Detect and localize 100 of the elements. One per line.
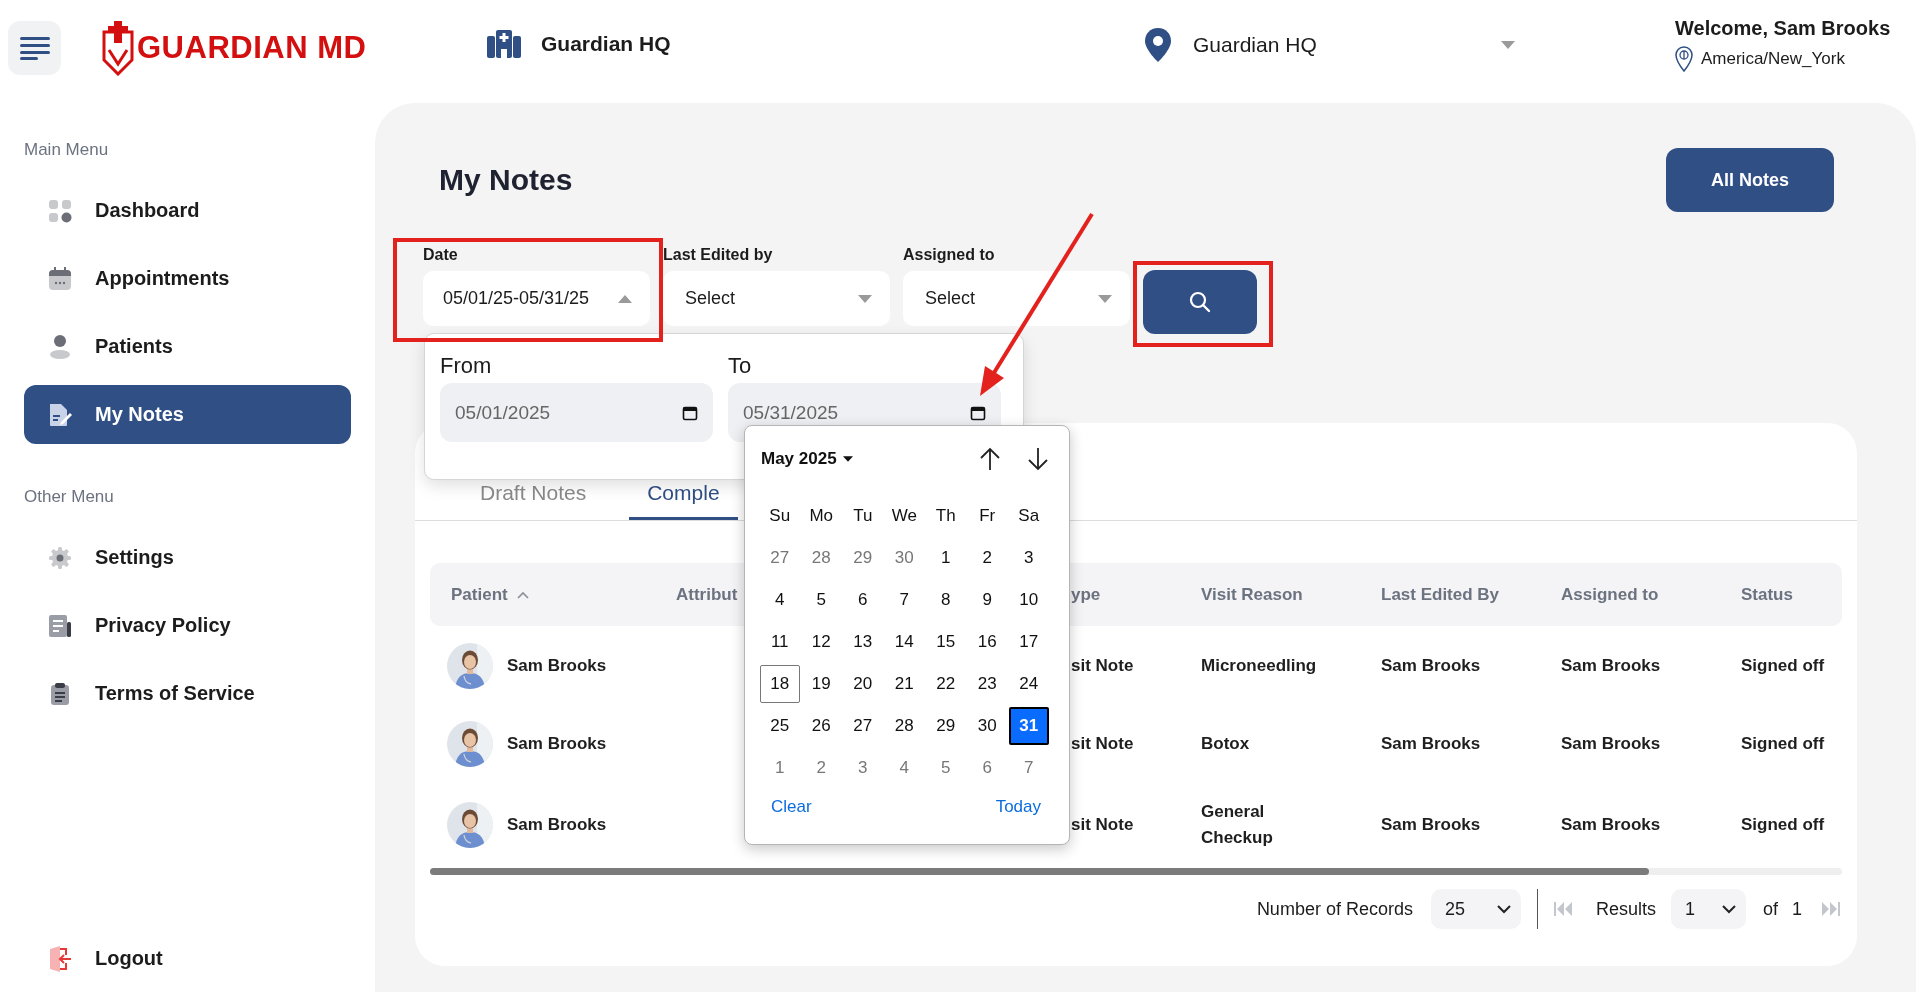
column-header[interactable]: Assigned to (1544, 563, 1724, 626)
calendar-day[interactable]: 28 (884, 707, 925, 745)
sidebar-item[interactable]: Terms of Service (24, 664, 351, 723)
calendar-day[interactable]: 24 (1008, 665, 1049, 703)
calendar-day[interactable]: 6 (842, 581, 883, 619)
select-field[interactable]: Select (663, 271, 890, 326)
date-field[interactable]: 05/01/2025 (440, 383, 713, 442)
calendar-day[interactable]: 27 (759, 539, 800, 577)
of-label: of (1762, 898, 1778, 920)
patient-name: Sam Brooks (507, 815, 607, 835)
calendar-day[interactable]: 17 (1008, 623, 1049, 661)
calendar-icon[interactable] (970, 404, 986, 421)
sidebar-item[interactable]: Patients (24, 317, 351, 376)
calendar-day[interactable]: 6 (967, 749, 1008, 787)
column-header[interactable]: Last Edited By (1364, 563, 1544, 626)
weekday-label: Sa (1018, 506, 1040, 526)
calendar-day[interactable]: 4 (759, 581, 800, 619)
calendar-day[interactable]: 9 (967, 581, 1008, 619)
calendar-day[interactable]: 19 (801, 665, 842, 703)
table-cell: sit Note (1071, 656, 1134, 676)
table-cell: sit Note (1071, 734, 1134, 754)
calendar-day[interactable]: 5 (801, 581, 842, 619)
menu-button[interactable] (8, 20, 61, 75)
sidebar-item[interactable]: Settings (24, 528, 351, 587)
today-button[interactable]: Today (995, 797, 1041, 817)
note-edit-icon (48, 402, 72, 427)
weekday-label: Fr (979, 506, 996, 526)
calendar-icon[interactable] (682, 404, 698, 421)
column-header[interactable]: Status (1724, 563, 1841, 626)
sidebar-item[interactable]: My Notes (24, 385, 351, 444)
calendar-day[interactable]: 16 (967, 623, 1008, 661)
calendar-day[interactable]: 30 (884, 539, 925, 577)
caret-icon (842, 456, 853, 462)
calendar-day[interactable]: 22 (925, 665, 966, 703)
location-pin-icon (1145, 27, 1171, 62)
table-cell: Sam Brooks (1381, 656, 1481, 676)
patient-name: Sam Brooks (507, 656, 607, 676)
page-select[interactable]: 1 (1670, 889, 1746, 929)
page-title: My Notes (439, 163, 573, 197)
calendar-day[interactable]: 12 (801, 623, 842, 661)
field-label: To (728, 353, 753, 378)
calendar-day[interactable]: 1 (925, 539, 966, 577)
calendar-day[interactable]: 20 (842, 665, 883, 703)
arrow-up-icon[interactable] (979, 447, 1001, 471)
sidebar-item[interactable]: Privacy Policy (24, 596, 351, 655)
month-select[interactable]: May 2025 (761, 449, 853, 469)
calendar-day[interactable]: 25 (759, 707, 800, 745)
sidebar-item[interactable]: Appointments (24, 249, 351, 308)
all-notes-button[interactable]: All Notes (1666, 148, 1834, 212)
clear-button[interactable]: Clear (771, 797, 812, 817)
calendar-day[interactable]: 7 (884, 581, 925, 619)
select-field[interactable]: Select (903, 271, 1130, 326)
calendar-day[interactable]: 27 (842, 707, 883, 745)
calendar-day[interactable]: 2 (801, 749, 842, 787)
calendar-day[interactable]: 10 (1008, 581, 1049, 619)
building-icon (487, 29, 521, 58)
weekday-label: Su (769, 506, 791, 526)
calendar-day[interactable]: 23 (967, 665, 1008, 703)
calendar-day[interactable]: 11 (759, 623, 800, 661)
weekday-label: We (891, 506, 917, 526)
search-button[interactable] (1143, 270, 1257, 334)
logout-icon (48, 945, 72, 972)
table-cell: Sam Brooks (1381, 734, 1481, 754)
calendar-day[interactable]: 29 (925, 707, 966, 745)
table-cell: Sam Brooks (1561, 734, 1661, 754)
column-header[interactable]: Visit Reason (1184, 563, 1364, 626)
calendar-day[interactable]: 15 (925, 623, 966, 661)
calendar-day[interactable]: 30 (967, 707, 1008, 745)
records-select[interactable]: 25 (1430, 889, 1521, 929)
clipboard-icon (48, 681, 72, 706)
calendar-day[interactable]: 1 (759, 749, 800, 787)
table-cell-text: General Checkup (1201, 801, 1274, 849)
calendar-day[interactable]: 2 (967, 539, 1008, 577)
calendar-day[interactable]: 31 (1008, 707, 1049, 745)
calendar-day[interactable]: 28 (801, 539, 842, 577)
calendar-day[interactable]: 8 (925, 581, 966, 619)
table-cell: Signed off (1741, 815, 1825, 835)
calendar-day[interactable]: 7 (1008, 749, 1049, 787)
table-cell: Sam Brooks (1381, 815, 1481, 835)
calendar-day[interactable]: 14 (884, 623, 925, 661)
table-cell: sit Note (1071, 815, 1134, 835)
logout-button[interactable]: Logout (24, 929, 351, 988)
calendar-day[interactable]: 3 (842, 749, 883, 787)
caret-icon (1501, 40, 1515, 49)
calendar-day[interactable]: 3 (1008, 539, 1049, 577)
column-header[interactable]: Patient (430, 563, 659, 626)
arrow-down-icon[interactable] (1027, 447, 1049, 471)
date-range-select[interactable]: 05/01/25-05/31/25 (423, 271, 650, 326)
calendar-day[interactable]: 26 (801, 707, 842, 745)
calendar-day[interactable]: 4 (884, 749, 925, 787)
calendar-day[interactable]: 21 (884, 665, 925, 703)
calendar-day[interactable]: 18 (759, 665, 800, 703)
calendar-day[interactable]: 13 (842, 623, 883, 661)
calendar-day[interactable]: 29 (842, 539, 883, 577)
sidebar-item[interactable]: Dashboard (24, 181, 351, 240)
calendar-day[interactable]: 5 (925, 749, 966, 787)
location-select[interactable]: Guardian HQ (1145, 27, 1515, 62)
timezone-text: America/New_York (1701, 49, 1845, 69)
sort-icon[interactable] (516, 590, 529, 599)
shield-icon (101, 19, 135, 76)
